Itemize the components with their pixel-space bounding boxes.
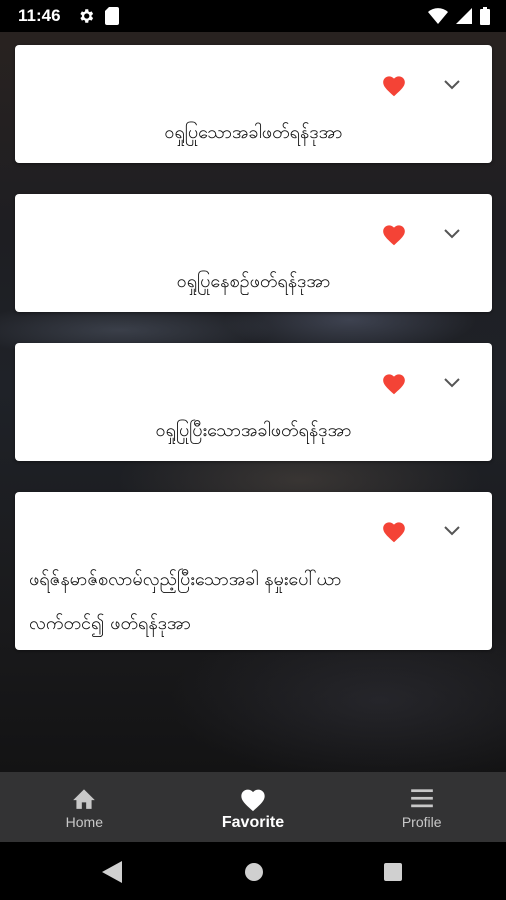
signal-icon <box>456 8 472 24</box>
nav-profile[interactable]: Profile <box>337 772 506 842</box>
dua-card[interactable]: ဝရှုပြုနေစဉ်ဖတ်ရန်ဒုအာ <box>15 194 492 312</box>
dua-title-line: ဖရ်ဇ်နမာဇ်စလာမ်လှည့်ပြီးသောအခါ နမှုးပေါ်… <box>29 569 342 590</box>
nav-profile-label: Profile <box>401 814 442 830</box>
dua-card[interactable]: ဝရှုပြုပြီးသောအခါဖတ်ရန်ဒုအာ <box>15 343 492 461</box>
heart-icon <box>241 789 265 812</box>
dua-card[interactable]: ဝရှုပြုသောအခါဖတ်ရန်ဒုအာ <box>15 45 492 163</box>
dua-title: ဖရ်ဇ်နမာဇ်စလာမ်လှည့်ပြီးသောအခါ နမှုးပေါ်… <box>29 558 469 646</box>
nav-favorite-label: Favorite <box>221 814 285 831</box>
dua-title-line: လက်တင်၍ ဖတ်ရန်ဒုအာ <box>29 613 191 634</box>
dua-title: ဝရှုပြုနေစဉ်ဖတ်ရန်ဒုအာ <box>176 271 331 292</box>
recents-icon[interactable] <box>384 863 402 881</box>
bottom-navigation: Home Favorite Profile <box>0 772 506 842</box>
heart-icon[interactable] <box>381 222 407 246</box>
back-icon[interactable] <box>102 861 122 883</box>
gear-icon <box>79 9 93 23</box>
wifi-icon <box>428 8 448 24</box>
heart-icon[interactable] <box>381 73 407 97</box>
home-icon <box>73 789 96 809</box>
nav-home[interactable]: Home <box>0 772 169 842</box>
nav-home-label: Home <box>65 814 104 830</box>
sim-card-icon <box>104 7 119 25</box>
system-navigation-bar <box>0 842 506 900</box>
heart-icon[interactable] <box>381 519 407 543</box>
battery-icon <box>480 7 490 25</box>
home-circle-icon[interactable] <box>244 862 264 882</box>
dua-title: ဝရှုပြုပြီးသောအခါဖတ်ရန်ဒုအာ <box>155 420 352 441</box>
chevron-down-icon[interactable] <box>443 377 461 389</box>
chevron-down-icon[interactable] <box>443 79 461 91</box>
status-bar: 11:46 <box>0 0 506 32</box>
dua-card[interactable]: ဖရ်ဇ်နမာဇ်စလာမ်လှည့်ပြီးသောအခါ နမှုးပေါ်… <box>15 492 492 650</box>
status-time: 11:46 <box>18 6 61 25</box>
chevron-down-icon[interactable] <box>443 525 461 537</box>
dua-title: ဝရှုပြုသောအခါဖတ်ရန်ဒုအာ <box>164 122 343 143</box>
heart-icon[interactable] <box>381 371 407 395</box>
nav-favorite[interactable]: Favorite <box>169 772 338 842</box>
chevron-down-icon[interactable] <box>443 228 461 240</box>
menu-icon <box>410 789 433 808</box>
